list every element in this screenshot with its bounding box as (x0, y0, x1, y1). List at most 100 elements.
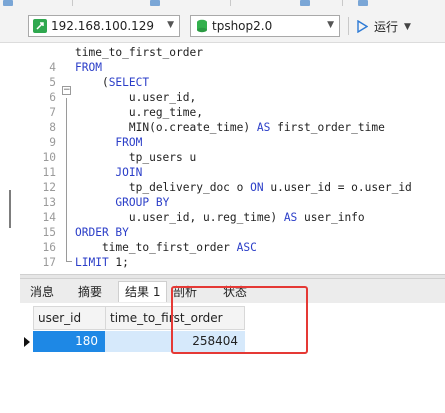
code-text: JOIN (75, 165, 142, 180)
code-text: (SELECT (75, 75, 149, 90)
code-line[interactable]: 5 (SELECT (20, 75, 445, 90)
code-text: tp_users u (75, 150, 196, 165)
code-text: time_to_first_order ASC (75, 240, 257, 255)
menu-separator (342, 0, 343, 6)
code-line[interactable]: 17 LIMIT 1; (20, 255, 445, 270)
sql-keyword: ON (250, 181, 264, 194)
menu-icon (3, 0, 13, 6)
line-number: 12 (42, 181, 56, 194)
line-number: 16 (42, 241, 56, 254)
code-text: FROM (75, 60, 102, 75)
code-text: MIN(o.create_time) AS first_order_time (75, 120, 385, 135)
sql-token: u.reg_time, (75, 106, 203, 119)
sql-keyword: ASC (236, 241, 257, 254)
sql-token: time_to_first_order (75, 241, 237, 254)
menu-separator (230, 0, 231, 6)
chevron-down-icon: ▼ (327, 20, 334, 30)
code-line[interactable]: 6 u.user_id, (20, 90, 445, 105)
line-number: 13 (42, 196, 56, 209)
sql-keyword: FROM (75, 61, 102, 74)
code-text: ORDER BY (75, 225, 129, 240)
annotation-highlight-box (171, 286, 308, 354)
current-row-indicator-icon (24, 337, 30, 347)
line-number: 7 (49, 106, 56, 119)
tab-messages[interactable]: 消息 (30, 282, 54, 302)
line-number: 4 (49, 61, 56, 74)
code-line[interactable]: 16 time_to_first_order ASC (20, 240, 445, 255)
code-line[interactable]: 7 u.reg_time, (20, 105, 445, 120)
line-number: 17 (42, 256, 56, 269)
menu-separator (72, 0, 73, 6)
connection-value: 192.168.100.129 (51, 19, 155, 33)
code-line[interactable]: 4 FROM (20, 60, 445, 75)
top-menu-strip (0, 0, 445, 10)
code-text: LIMIT 1; (75, 255, 129, 270)
vertical-scroll-marker[interactable] (9, 190, 11, 228)
sql-token: u.user_id, (75, 91, 197, 104)
database-icon (197, 19, 207, 33)
sql-token: first_order_time (270, 121, 385, 134)
line-number: 14 (42, 211, 56, 224)
editor-left-margin (0, 43, 20, 274)
code-line[interactable]: 12 tp_delivery_doc o ON u.user_id = o.us… (20, 180, 445, 195)
code-text: u.user_id, (75, 90, 196, 105)
code-line[interactable]: 9 FROM (20, 135, 445, 150)
code-line[interactable]: 14 u.user_id, u.reg_time) AS user_info (20, 210, 445, 225)
sql-keyword: GROUP BY (115, 196, 170, 209)
sql-token: tp_users u (75, 151, 197, 164)
navicat-query-window: 192.168.100.129 ▼ tpshop2.0 ▼ 运行 ▼ − tim… (0, 0, 445, 413)
sql-keyword: JOIN (115, 166, 143, 179)
sql-keyword: LIMIT (75, 256, 109, 269)
code-line[interactable]: 11 JOIN (20, 165, 445, 180)
line-number: 11 (42, 166, 56, 179)
line-number: 6 (49, 91, 56, 104)
line-number: 15 (42, 226, 56, 239)
sql-keyword: AS (283, 211, 298, 224)
connection-select[interactable]: 192.168.100.129 ▼ (28, 15, 180, 37)
sql-keyword: ORDER BY (75, 226, 129, 239)
sql-keyword: SELECT (108, 76, 150, 89)
run-button[interactable]: 运行 ▼ (356, 18, 411, 35)
menu-icon (150, 0, 160, 6)
chevron-down-icon: ▼ (167, 20, 174, 30)
toolbar-separator (348, 17, 349, 35)
sql-token: tp_delivery_doc o (75, 181, 251, 194)
sql-token: ( (75, 76, 109, 89)
code-text: time_to_first_order (75, 45, 203, 60)
sql-token: user_info (297, 211, 365, 224)
line-number: 10 (42, 151, 56, 164)
code-text: FROM (75, 135, 142, 150)
sql-token: time_to_first_order (75, 46, 203, 59)
tab-summary[interactable]: 摘要 (78, 282, 102, 302)
column-header-user-id[interactable]: user_id (33, 306, 106, 330)
tab-result-1[interactable]: 结果 1 (118, 281, 168, 302)
menu-icon (300, 0, 310, 6)
code-text: u.user_id, u.reg_time) AS user_info (75, 210, 365, 225)
sql-token: 1; (108, 256, 129, 269)
table-cell-user-id[interactable]: 180 (33, 331, 106, 352)
query-toolbar: 192.168.100.129 ▼ tpshop2.0 ▼ 运行 ▼ (0, 10, 445, 43)
code-line[interactable]: 8 MIN(o.create_time) AS first_order_time (20, 120, 445, 135)
line-number: 8 (49, 121, 56, 134)
code-line[interactable]: 15 ORDER BY (20, 225, 445, 240)
sql-keyword: AS (256, 121, 271, 134)
code-line[interactable]: 13 GROUP BY (20, 195, 445, 210)
line-number: 9 (49, 136, 56, 149)
sql-editor[interactable]: − time_to_first_order 4 FROM 5 (SELECT 6 u.u… (20, 43, 445, 274)
sql-token: MIN(o.create_time) (75, 121, 257, 134)
chevron-down-icon: ▼ (404, 21, 411, 32)
play-icon (357, 20, 368, 33)
code-line[interactable]: 10 tp_users u (20, 150, 445, 165)
code-line[interactable]: time_to_first_order (20, 45, 445, 60)
code-text: u.reg_time, (75, 105, 203, 120)
sql-token: u.user_id = o.user_id (263, 181, 412, 194)
connection-icon (33, 19, 47, 33)
database-value: tpshop2.0 (212, 19, 273, 33)
sql-keyword: FROM (115, 136, 143, 149)
menu-icon (358, 0, 368, 6)
database-select[interactable]: tpshop2.0 ▼ (190, 15, 340, 37)
line-number: 5 (49, 76, 56, 89)
